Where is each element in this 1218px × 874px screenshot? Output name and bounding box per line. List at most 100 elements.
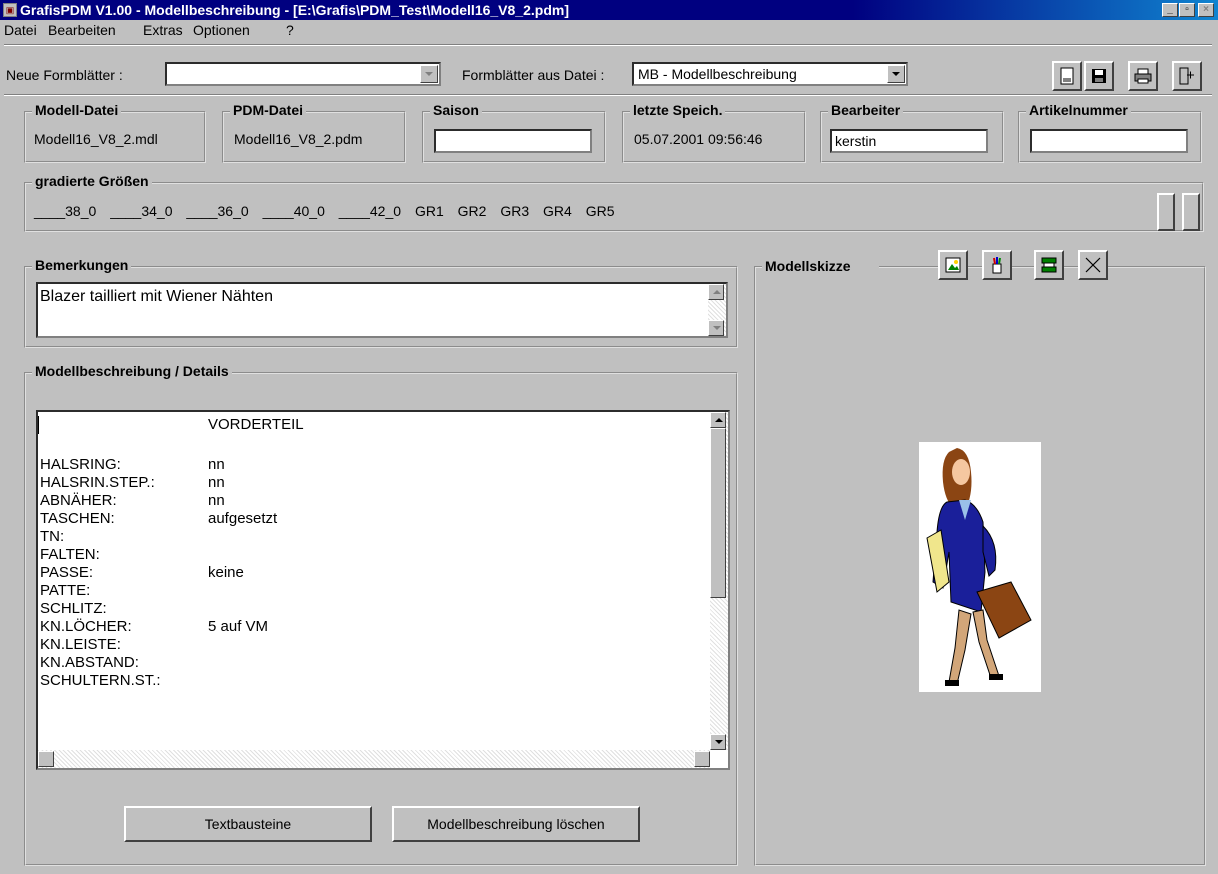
detail-value: keine [208, 564, 244, 581]
size-item[interactable]: GR2 [458, 203, 487, 219]
detail-key: ABNÄHER: [40, 492, 117, 509]
scroll-down-icon[interactable] [710, 734, 726, 750]
detail-value: nn [208, 474, 225, 491]
delete-image-button[interactable] [1078, 250, 1108, 280]
scroll-left-icon[interactable] [38, 751, 54, 767]
size-item[interactable]: ____42_0 [339, 203, 401, 219]
formblaetter-aus-datei-combo[interactable]: MB - Modellbeschreibung [632, 62, 908, 86]
scroll-thumb[interactable] [710, 428, 726, 598]
bemerkungen-group: Bemerkungen Blazer tailliert mit Wiener … [24, 257, 738, 348]
pdm-datei-group: PDM-Datei Modell16_V8_2.pdm [222, 102, 406, 163]
details-horizontal-scrollbar[interactable] [38, 750, 710, 768]
minimize-button[interactable]: _ [1162, 3, 1178, 17]
print-icon [1134, 68, 1152, 84]
detail-key: FALTEN: [40, 546, 100, 563]
edit-image-button[interactable] [982, 250, 1012, 280]
detail-key: PASSE: [40, 564, 94, 581]
detail-key: TASCHEN: [40, 510, 115, 527]
text-cursor [38, 416, 39, 434]
scanner-icon [1041, 257, 1057, 273]
detail-key: KN.LÖCHER: [40, 618, 132, 635]
pdm-datei-label: PDM-Datei [230, 102, 307, 118]
chevron-down-icon[interactable] [887, 65, 905, 83]
letzte-speich-label: letzte Speich. [630, 102, 726, 118]
bearbeiter-group: Bearbeiter kerstin [820, 102, 1004, 163]
bemerkungen-text: Blazer tailliert mit Wiener Nähten [40, 288, 273, 305]
chevron-down-icon[interactable] [420, 65, 438, 83]
detail-key: PATTE: [40, 582, 91, 599]
detail-key: KN.ABSTAND: [40, 654, 139, 671]
save-button[interactable] [1084, 61, 1114, 91]
letzte-speich-group: letzte Speich. 05.07.2001 09:56:46 [622, 102, 806, 163]
paint-icon [992, 257, 1002, 274]
size-item[interactable]: ____36_0 [186, 203, 248, 219]
title-bar: ▣ GrafisPDM V1.00 - Modellbeschreibung -… [0, 0, 1218, 20]
menu-bar: Datei Bearbeiten Extras Optionen ? [0, 20, 1218, 40]
bemerkungen-label: Bemerkungen [32, 257, 132, 273]
woman-blazer-illustration [926, 448, 1032, 686]
new-sheet-button[interactable] [1052, 61, 1082, 91]
restore-button[interactable]: ▫ [1179, 3, 1195, 17]
textbausteine-button[interactable]: Textbausteine [124, 806, 372, 842]
artikelnummer-label: Artikelnummer [1026, 102, 1131, 118]
aus-datei-label: Formblätter aus Datei : [462, 67, 605, 83]
pdm-datei-value: Modell16_V8_2.pdm [234, 131, 363, 147]
model-sketch-image [919, 442, 1041, 692]
details-heading: VORDERTEIL [208, 416, 304, 433]
modellbeschreibung-loeschen-button[interactable]: Modellbeschreibung löschen [392, 806, 640, 842]
modell-datei-value: Modell16_V8_2.mdl [34, 131, 158, 147]
menu-datei[interactable]: Datei [4, 22, 37, 38]
saison-input[interactable] [434, 129, 592, 153]
scroll-right-icon[interactable] [694, 751, 710, 767]
bearbeiter-input[interactable]: kerstin [830, 129, 988, 153]
details-label: Modellbeschreibung / Details [32, 363, 232, 379]
exit-button[interactable] [1172, 61, 1202, 91]
details-textarea[interactable]: VORDERTEIL HALSRING: nn HALSRIN.STEP.: nn … [36, 410, 730, 770]
size-item[interactable]: ____40_0 [263, 203, 325, 219]
sizes-scroll-left-button[interactable] [1157, 193, 1175, 231]
bearbeiter-label: Bearbeiter [828, 102, 904, 118]
size-item[interactable]: GR1 [415, 203, 444, 219]
size-item[interactable]: ____34_0 [110, 203, 172, 219]
neue-formblaetter-combo[interactable] [165, 62, 441, 86]
saison-label: Saison [430, 102, 482, 118]
menu-help[interactable]: ? [286, 22, 294, 38]
size-item[interactable]: GR3 [500, 203, 529, 219]
size-list: ____38_0 ____34_0 ____36_0 ____40_0 ____… [34, 203, 624, 219]
bemerkungen-scrollbar[interactable] [708, 284, 726, 336]
menu-optionen[interactable]: Optionen [193, 22, 250, 38]
neue-formblaetter-label: Neue Formblätter : [6, 67, 123, 83]
window-title: GrafisPDM V1.00 - Modellbeschreibung - [… [20, 2, 569, 18]
detail-value: nn [208, 492, 225, 509]
details-vertical-scrollbar[interactable] [710, 412, 728, 750]
scroll-up-icon[interactable] [710, 412, 726, 428]
delete-icon [1085, 257, 1101, 273]
app-icon[interactable]: ▣ [3, 3, 17, 17]
toolbar-divider-bottom [4, 94, 1212, 96]
bemerkungen-textarea[interactable]: Blazer tailliert mit Wiener Nähten [36, 282, 728, 338]
detail-key: HALSRIN.STEP.: [40, 474, 155, 491]
detail-value: nn [208, 456, 225, 473]
detail-key: SCHULTERN.ST.: [40, 672, 161, 689]
menu-bearbeiten[interactable]: Bearbeiten [48, 22, 116, 38]
modell-datei-group: Modell-Datei Modell16_V8_2.mdl [24, 102, 206, 163]
image-icon [945, 257, 961, 273]
artikelnummer-input[interactable] [1030, 129, 1188, 153]
detail-key: SCHLITZ: [40, 600, 107, 617]
modell-datei-label: Modell-Datei [32, 102, 122, 118]
print-button[interactable] [1128, 61, 1158, 91]
menu-extras[interactable]: Extras [143, 22, 183, 38]
size-item[interactable]: GR4 [543, 203, 572, 219]
scroll-up-icon[interactable] [708, 284, 724, 300]
detail-value: 5 auf VM [208, 618, 269, 635]
size-item[interactable]: GR5 [586, 203, 615, 219]
detail-key: HALSRING: [40, 456, 121, 473]
load-image-button[interactable] [938, 250, 968, 280]
scroll-down-icon[interactable] [708, 320, 724, 336]
artikelnummer-group: Artikelnummer [1018, 102, 1202, 163]
detail-value: aufgesetzt [208, 510, 278, 527]
close-button[interactable]: × [1198, 3, 1214, 17]
size-item[interactable]: ____38_0 [34, 203, 96, 219]
sizes-scroll-right-button[interactable] [1182, 193, 1200, 231]
scan-image-button[interactable] [1034, 250, 1064, 280]
